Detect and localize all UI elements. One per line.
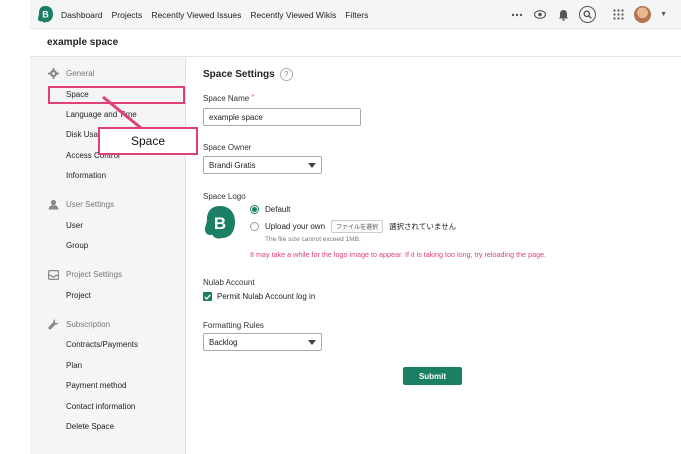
sidebar-item-user[interactable]: User <box>66 221 83 230</box>
file-status: 選択されていません <box>389 222 457 231</box>
callout-label: Space <box>98 127 198 155</box>
space-name-label-text: Space Name <box>203 94 250 103</box>
main-nav: Dashboard Projects Recently Viewed Issue… <box>61 0 368 29</box>
sidebar-item-payment-method[interactable]: Payment method <box>66 381 126 390</box>
sidebar-item-project[interactable]: Project <box>66 291 91 300</box>
logo-option-default-label: Default <box>265 205 291 214</box>
sidebar-item-delete-space[interactable]: Delete Space <box>66 422 114 431</box>
help-icon[interactable]: ? <box>279 68 293 81</box>
top-nav-bar: B Dashboard Projects Recently Viewed Iss… <box>30 0 681 29</box>
space-owner-select[interactable]: Brandi Gratis <box>203 156 322 174</box>
permit-nulab-label: Permit Nulab Account log in <box>217 292 316 301</box>
check-icon[interactable] <box>203 292 212 301</box>
nav-filters[interactable]: Filters <box>345 10 368 20</box>
nav-dashboard[interactable]: Dashboard <box>61 10 103 20</box>
gear-icon <box>48 68 59 79</box>
sidebar-item-contact-information[interactable]: Contact information <box>66 402 135 411</box>
svg-text:B: B <box>42 10 49 20</box>
svg-text:B: B <box>214 214 226 233</box>
radio-default[interactable] <box>250 205 259 214</box>
section-title-user-settings: User Settings <box>66 200 115 209</box>
space-name-input[interactable]: example space <box>203 108 361 126</box>
space-logo-preview: B <box>205 206 235 239</box>
space-owner-label: Space Owner <box>203 143 252 152</box>
sidebar-item-plan[interactable]: Plan <box>66 361 82 370</box>
sidebar-section-subscription: Subscription <box>48 319 110 330</box>
file-size-hint: The file size cannot exceed 1MB. <box>265 236 361 243</box>
choose-file-button[interactable]: ファイルを選択 <box>331 220 384 233</box>
page-title-text: Space Settings <box>203 69 275 80</box>
permit-nulab-checkbox-row[interactable]: Permit Nulab Account log in <box>203 292 315 301</box>
sidebar-item-information[interactable]: Information <box>66 171 106 180</box>
apps-grid-icon[interactable] <box>611 8 625 22</box>
chevron-down-icon <box>308 162 316 168</box>
sidebar-item-language-time[interactable]: Language and Time <box>66 110 137 119</box>
logo-option-upload-label: Upload your own <box>265 222 326 231</box>
logo-option-default[interactable]: Default <box>250 205 290 214</box>
nav-recent-wikis[interactable]: Recently Viewed Wikis <box>250 10 336 20</box>
formatting-rules-label: Formatting Rules <box>203 321 264 330</box>
users-icon <box>48 199 59 210</box>
watch-icon[interactable] <box>533 8 547 22</box>
nulab-account-label: Nulab Account <box>203 278 255 287</box>
backlog-logo-icon[interactable]: B <box>37 5 54 24</box>
sidebar-section-project-settings: Project Settings <box>48 269 122 280</box>
sidebar-section-user-settings: User Settings <box>48 199 114 210</box>
logo-warning: It may take a while for the logo image t… <box>250 250 547 259</box>
logo-option-upload[interactable]: Upload your own ファイルを選択 選択されていません <box>250 220 456 233</box>
search-icon[interactable] <box>579 6 597 23</box>
space-logo-label: Space Logo <box>203 192 246 201</box>
sidebar-section-general: General <box>48 68 94 79</box>
radio-upload[interactable] <box>250 222 259 231</box>
section-title-project-settings: Project Settings <box>66 270 123 279</box>
nav-recent-issues[interactable]: Recently Viewed Issues <box>151 10 241 20</box>
wrench-icon <box>48 319 59 330</box>
chevron-down-icon[interactable]: ▼ <box>660 11 667 18</box>
avatar[interactable] <box>634 6 652 23</box>
page-title: Space Settings ? <box>203 68 293 81</box>
inbox-icon <box>48 269 59 280</box>
nav-projects[interactable]: Projects <box>112 10 143 20</box>
more-icon[interactable] <box>510 8 524 22</box>
section-title-general: General <box>66 69 95 78</box>
space-name-label: Space Name * <box>203 94 254 103</box>
nav-right-tools: ▼ <box>510 0 667 29</box>
highlight-box <box>48 86 185 104</box>
space-header: example space <box>30 29 681 57</box>
section-title-subscription: Subscription <box>66 320 111 329</box>
sidebar-item-group[interactable]: Group <box>66 241 88 250</box>
formatting-rules-value: Backlog <box>209 337 238 347</box>
submit-button[interactable]: Submit <box>403 367 462 385</box>
chevron-down-icon <box>308 339 316 345</box>
bell-icon[interactable] <box>556 8 570 22</box>
space-owner-value: Brandi Gratis <box>209 160 256 170</box>
required-mark: * <box>251 94 255 101</box>
formatting-rules-select[interactable]: Backlog <box>203 333 322 351</box>
space-title[interactable]: example space <box>47 37 118 48</box>
sidebar-item-contracts[interactable]: Contracts/Payments <box>66 340 138 349</box>
settings-sidebar: General Space Language and Time Disk Usa… <box>30 57 186 454</box>
